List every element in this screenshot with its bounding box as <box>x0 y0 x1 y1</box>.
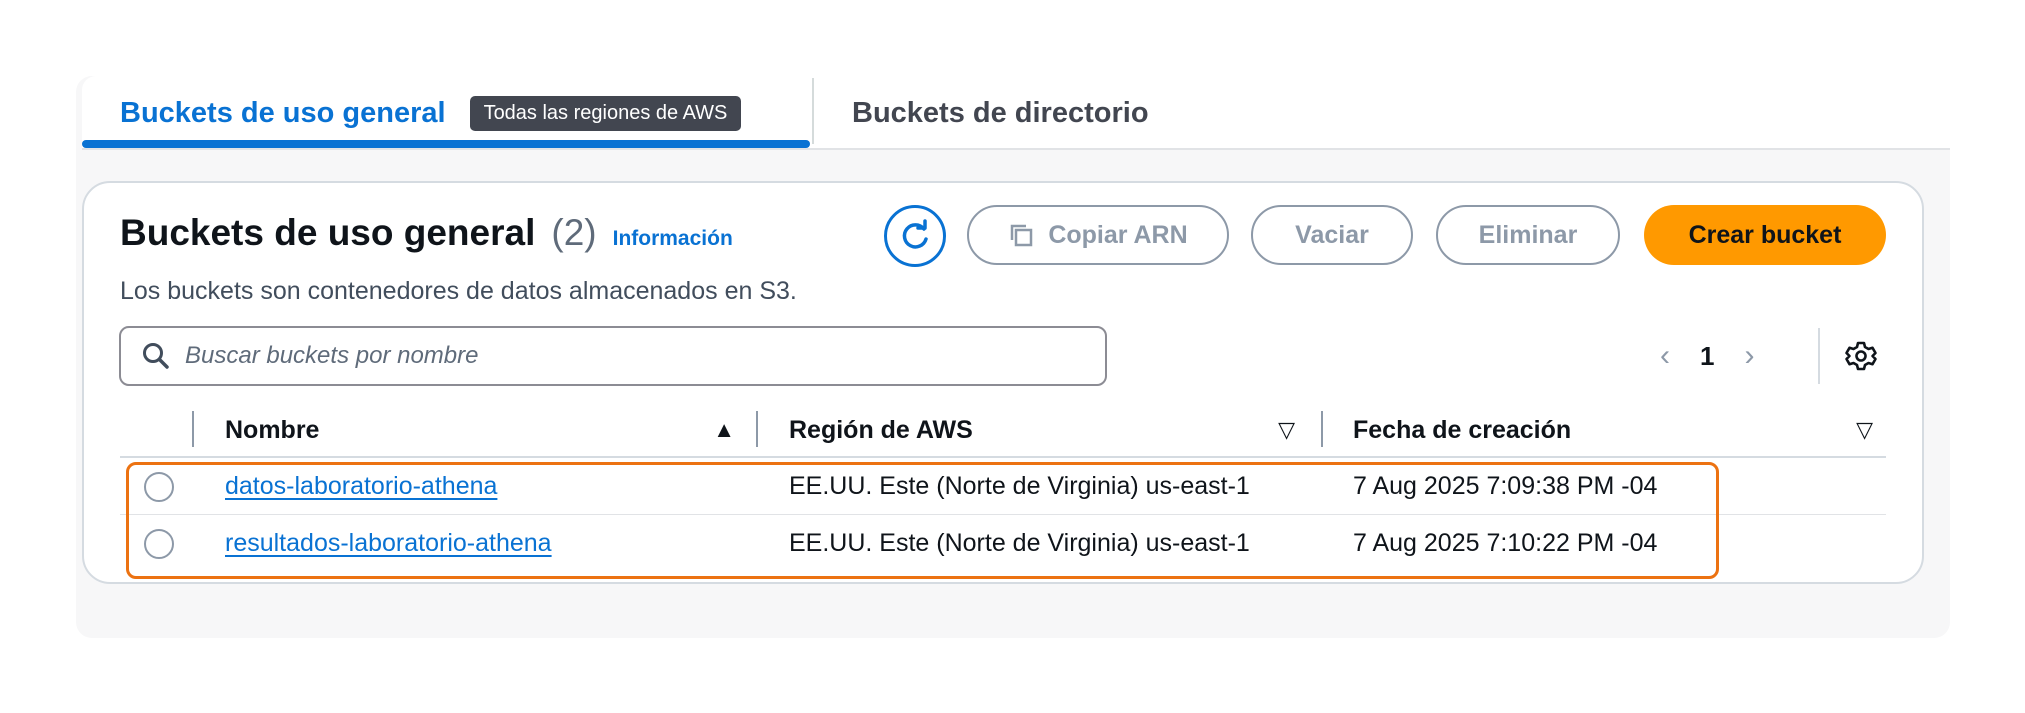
active-tab-indicator <box>82 140 810 148</box>
copy-arn-button[interactable]: Copiar ARN <box>967 205 1229 265</box>
column-label: Fecha de creación <box>1353 415 1572 444</box>
gear-icon <box>1845 341 1877 371</box>
sort-ascending-icon[interactable]: ▲ <box>713 417 735 443</box>
table-row[interactable]: datos-laboratorio-athena EE.UU. Este (No… <box>120 458 1886 514</box>
bucket-name-cell: resultados-laboratorio-athena <box>225 515 552 571</box>
sort-icon[interactable]: ▽ <box>1278 417 1295 443</box>
column-header-name[interactable]: Nombre ▲ <box>225 410 735 450</box>
refresh-icon <box>902 219 928 249</box>
search-box[interactable] <box>119 326 1107 386</box>
regions-badge: Todas las regiones de AWS <box>469 95 742 131</box>
pagination: ‹ 1 › <box>1660 330 1754 382</box>
card-header: Buckets de uso general (2) Información <box>120 212 733 254</box>
column-header-created[interactable]: Fecha de creación ▽ <box>1353 410 1873 450</box>
refresh-button[interactable] <box>884 205 946 267</box>
tab-divider <box>812 78 814 144</box>
bucket-count: (2) <box>551 212 597 253</box>
card-description: Los buckets son contenedores de datos al… <box>120 277 797 305</box>
create-bucket-button[interactable]: Crear bucket <box>1644 205 1886 265</box>
bucket-link[interactable]: datos-laboratorio-athena <box>225 472 497 501</box>
table-settings-button[interactable] <box>1844 339 1878 373</box>
column-separator[interactable] <box>1321 411 1323 447</box>
search-input[interactable] <box>185 342 1085 370</box>
row-select-radio[interactable] <box>144 529 174 559</box>
table-row[interactable]: resultados-laboratorio-athena EE.UU. Est… <box>120 515 1886 571</box>
search-icon <box>143 343 169 369</box>
info-link[interactable]: Información <box>613 227 733 251</box>
column-separator[interactable] <box>756 411 758 447</box>
row-select-radio[interactable] <box>144 472 174 502</box>
page-title: Buckets de uso general <box>120 212 536 253</box>
empty-button[interactable]: Vaciar <box>1251 205 1413 265</box>
region-cell: EE.UU. Este (Norte de Virginia) us-east-… <box>789 471 1250 500</box>
next-page-button[interactable]: › <box>1744 339 1754 373</box>
previous-page-button[interactable]: ‹ <box>1660 339 1670 373</box>
column-label: Región de AWS <box>789 415 973 444</box>
tab-directory-buckets[interactable]: Buckets de directorio <box>852 76 1149 150</box>
pagination-divider <box>1818 328 1820 384</box>
created-cell: 7 Aug 2025 7:09:38 PM -04 <box>1353 471 1658 500</box>
copy-icon <box>1011 224 1033 247</box>
column-separator <box>192 411 194 447</box>
created-cell: 7 Aug 2025 7:10:22 PM -04 <box>1353 528 1658 557</box>
bucket-link[interactable]: resultados-laboratorio-athena <box>225 529 552 558</box>
tab-general-purpose-buckets[interactable]: Buckets de uso general Todas las regione… <box>82 76 810 150</box>
bucket-name-cell: datos-laboratorio-athena <box>225 458 497 514</box>
sort-icon[interactable]: ▽ <box>1856 417 1873 443</box>
column-label: Nombre <box>225 415 320 444</box>
region-cell: EE.UU. Este (Norte de Virginia) us-east-… <box>789 528 1250 557</box>
tab-label: Buckets de uso general <box>120 96 446 129</box>
copy-arn-label: Copiar ARN <box>1048 220 1188 249</box>
current-page[interactable]: 1 <box>1700 341 1714 372</box>
delete-button[interactable]: Eliminar <box>1436 205 1620 265</box>
column-header-region[interactable]: Región de AWS ▽ <box>789 410 1295 450</box>
